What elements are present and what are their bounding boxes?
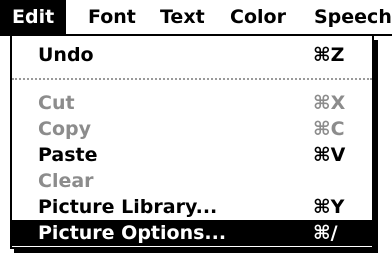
menu-item-cut[interactable]: Cut ⌘X: [12, 90, 372, 116]
menu-item-shortcut: ⌘X: [313, 92, 346, 114]
menu-item-shortcut: ⌘C: [313, 118, 345, 140]
menu-item-label: Cut: [38, 92, 75, 114]
menu-item-undo[interactable]: Undo ⌘Z: [12, 42, 372, 68]
menu-item-copy[interactable]: Copy ⌘C: [12, 116, 372, 142]
menu-item-picture-options[interactable]: Picture Options... ⌘/: [12, 220, 372, 246]
menu-title-speech[interactable]: Speech: [302, 0, 392, 34]
menu-item-shortcut: ⌘V: [313, 144, 346, 166]
menu-item-label: Picture Library...: [38, 196, 218, 218]
menu-title-edit[interactable]: Edit: [0, 0, 67, 34]
menu-item-shortcut: ⌘/: [313, 222, 338, 244]
menu-item-label: Copy: [38, 118, 91, 140]
menu-item-clear[interactable]: Clear: [12, 168, 372, 194]
menu-item-shortcut: ⌘Z: [313, 44, 345, 66]
menu-item-label: Undo: [38, 44, 94, 66]
menu-title-text[interactable]: Text: [148, 0, 217, 34]
menu-title-font[interactable]: Font: [76, 0, 148, 34]
menu-bar: Edit Font Text Color Speech: [0, 0, 392, 36]
edit-menu-dropdown: Undo ⌘Z Cut ⌘X Copy ⌘C Paste ⌘V Clear Pi…: [10, 36, 374, 249]
menu-item-picture-library[interactable]: Picture Library... ⌘Y: [12, 194, 372, 220]
menu-item-label: Picture Options...: [38, 222, 227, 244]
menu-item-paste[interactable]: Paste ⌘V: [12, 142, 372, 168]
menu-title-color[interactable]: Color: [218, 0, 298, 34]
menu-separator: [12, 78, 372, 80]
menu-item-label: Clear: [38, 170, 94, 192]
menu-item-label: Paste: [38, 144, 98, 166]
menu-item-shortcut: ⌘Y: [313, 196, 345, 218]
